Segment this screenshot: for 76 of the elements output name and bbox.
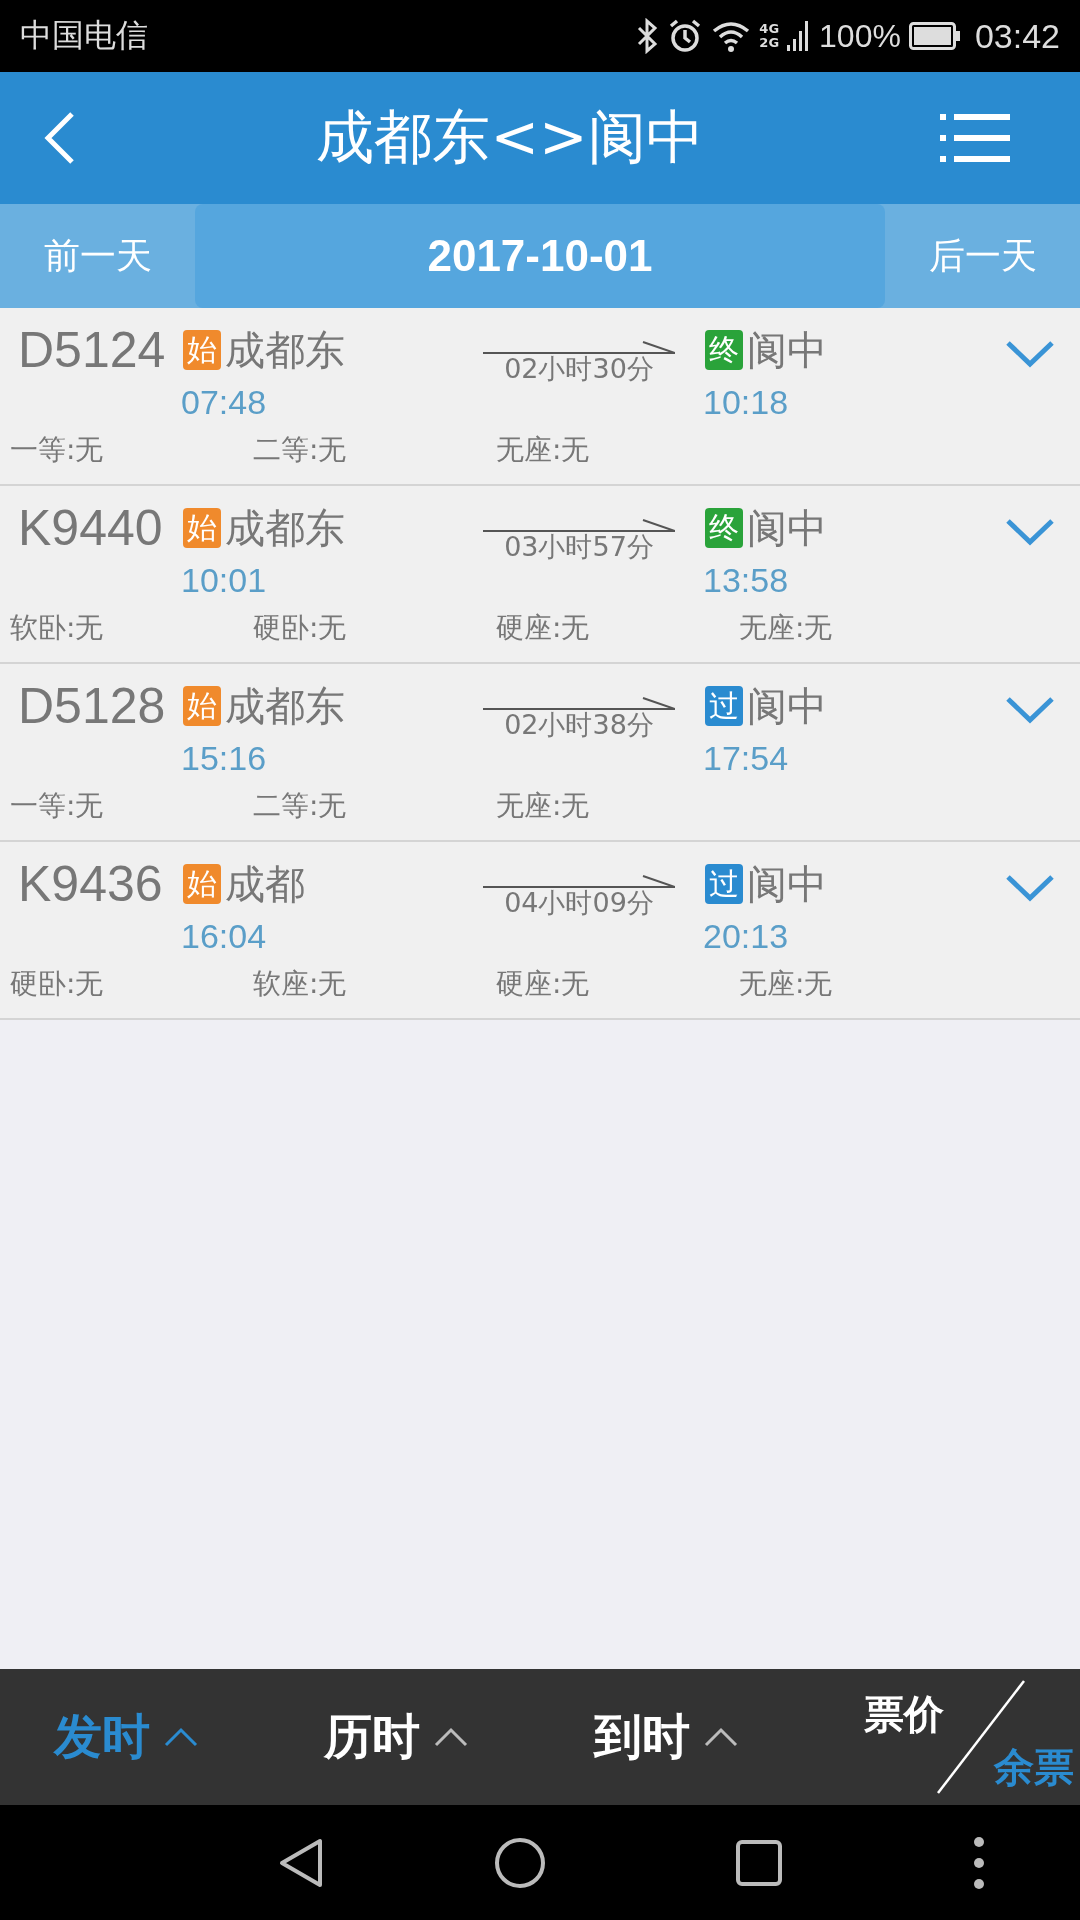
depart-time: 15:16 [181, 738, 267, 778]
expand-chevron-icon[interactable] [1005, 340, 1055, 368]
carrier-name: 中国电信 [20, 15, 148, 56]
station-badge: 过 [705, 686, 743, 726]
train-number: K9436 [18, 855, 164, 914]
seat-availability: 软座:无 [253, 966, 348, 1002]
sort-tab[interactable]: 到时 [594, 1705, 864, 1769]
train-number: D5124 [18, 321, 167, 380]
station-name: 成都东 [225, 681, 345, 731]
more-icon[interactable] [972, 1835, 986, 1890]
duration-text: 03小时57分 [504, 532, 654, 562]
station-name: 阆中 [747, 859, 827, 909]
duration-text: 04小时09分 [504, 888, 654, 918]
seat-availability: 硬卧:无 [10, 966, 105, 1002]
station-badge: 过 [705, 864, 743, 904]
seat-availability: 二等:无 [253, 788, 348, 824]
sort-tab[interactable]: 发时 [54, 1705, 324, 1769]
expand-chevron-icon[interactable] [1005, 696, 1055, 724]
train-row[interactable]: K9436 始 成都 16:04 04小时09分 过 阆中 20:13 硬卧:无 软座:无 硬座:无 无座:无 [0, 842, 1080, 1020]
station-badge: 始 [183, 686, 221, 726]
seat-availability: 一等:无 [10, 788, 105, 824]
expand-chevron-icon[interactable] [1005, 518, 1055, 546]
station-badge: 始 [183, 864, 221, 904]
recent-apps-icon[interactable] [736, 1839, 782, 1886]
seat-availability: 无座:无 [739, 966, 834, 1002]
network-label: 4G [759, 22, 780, 36]
seat-availability: 软卧:无 [10, 610, 105, 646]
station-badge: 终 [705, 508, 743, 548]
seat-availability: 无座:无 [496, 788, 591, 824]
seat-availability: 无座:无 [739, 610, 834, 646]
depart-time: 10:01 [181, 560, 267, 600]
battery-icon [908, 22, 961, 50]
sort-tab[interactable]: 历时 [324, 1705, 594, 1769]
seat-availability: 无座:无 [496, 432, 591, 468]
station-badge: 终 [705, 330, 743, 370]
train-row[interactable]: D5128 始 成都东 15:16 02小时38分 过 阆中 17:54 一等:无 二等:无 无座:无 [0, 664, 1080, 842]
date-button[interactable]: 2017-10-01 [195, 204, 885, 308]
station-badge: 始 [183, 330, 221, 370]
seat-availability: 一等:无 [10, 432, 105, 468]
caret-icon [164, 1727, 198, 1747]
train-row[interactable]: K9440 始 成都东 10:01 03小时57分 终 阆中 13:58 软卧:无 硬卧:无 硬座:无 无座:无 [0, 486, 1080, 664]
station-badge: 始 [183, 508, 221, 548]
bluetooth-icon [635, 18, 660, 54]
seat-availability: 硬座:无 [496, 610, 591, 646]
station-name: 阆中 [747, 681, 827, 731]
caret-icon [704, 1727, 738, 1747]
depart-time: 16:04 [181, 916, 267, 956]
train-number: K9440 [18, 499, 164, 558]
arrive-time: 10:18 [703, 382, 789, 422]
battery-percent: 100% [819, 17, 901, 55]
arrive-time: 17:54 [703, 738, 789, 778]
station-name: 成都东 [225, 325, 345, 375]
page-title: 成都东<>阆中 [316, 102, 704, 173]
back-icon[interactable] [278, 1836, 324, 1889]
duration-text: 02小时38分 [504, 710, 654, 740]
station-name: 阆中 [747, 503, 827, 553]
seat-availability: 硬座:无 [496, 966, 591, 1002]
duration-text: 02小时30分 [504, 354, 654, 384]
sort-tab[interactable]: 余票 [994, 1740, 1074, 1795]
arrive-time: 13:58 [703, 560, 789, 600]
sort-tab[interactable]: 票价 [864, 1687, 944, 1742]
station-name: 成都 [225, 859, 305, 909]
expand-chevron-icon[interactable] [1005, 874, 1055, 902]
station-name: 成都东 [225, 503, 345, 553]
wifi-icon [711, 19, 752, 53]
train-number: D5128 [18, 677, 167, 736]
depart-time: 07:48 [181, 382, 267, 422]
network-label: 2G [759, 36, 780, 50]
train-row[interactable]: D5124 始 成都东 07:48 02小时30分 终 阆中 10:18 一等:无 二等:无 无座:无 [0, 308, 1080, 486]
home-icon[interactable] [494, 1836, 546, 1889]
clock-time: 03:42 [974, 16, 1060, 56]
seat-availability: 硬卧:无 [253, 610, 348, 646]
arrive-time: 20:13 [703, 916, 789, 956]
caret-icon [434, 1727, 468, 1747]
station-name: 阆中 [747, 325, 827, 375]
seat-availability: 二等:无 [253, 432, 348, 468]
